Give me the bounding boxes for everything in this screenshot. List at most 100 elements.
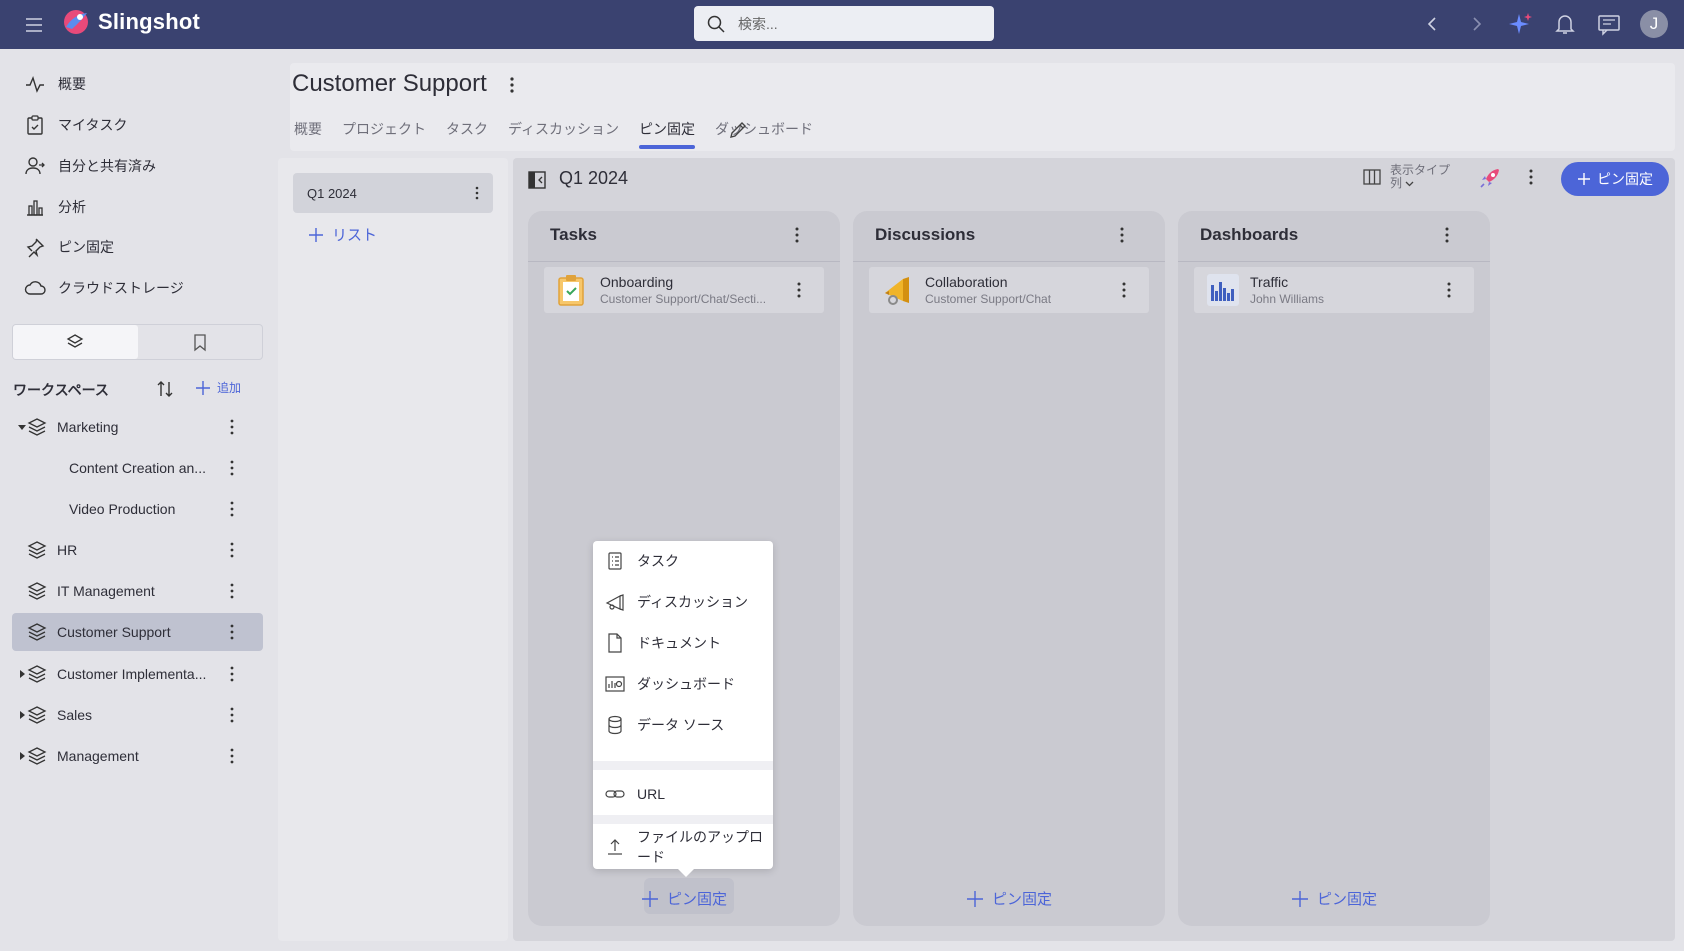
edit-pencil-icon[interactable]	[727, 119, 749, 141]
pinned-card-onboarding[interactable]: Onboarding Customer Support/Chat/Secti..…	[544, 267, 824, 313]
nav-item-my-tasks[interactable]: マイタスク	[24, 110, 127, 140]
more-options-icon[interactable]	[230, 624, 234, 640]
more-options-icon[interactable]	[1120, 227, 1124, 243]
workspace-label: Customer Implementa...	[57, 666, 207, 682]
search-box[interactable]	[694, 6, 994, 41]
pin-button[interactable]: ピン固定	[1561, 162, 1669, 196]
pinned-card-collaboration[interactable]: Collaboration Customer Support/Chat	[869, 267, 1149, 313]
workspace-item-sales[interactable]: Sales	[12, 696, 263, 734]
board-more-options-icon[interactable]	[1529, 169, 1533, 185]
workspace-item-customer-support[interactable]: Customer Support	[12, 613, 263, 651]
more-options-icon[interactable]	[797, 282, 801, 298]
more-options-icon[interactable]	[1447, 282, 1451, 298]
shared-user-icon	[25, 157, 45, 175]
nav-label: クラウドストレージ	[58, 280, 184, 296]
menu-item-task[interactable]: タスク	[593, 541, 773, 581]
menu-item-label: タスク	[637, 553, 679, 569]
menu-separator	[593, 761, 773, 770]
menu-item-dashboard[interactable]: ダッシュボード	[593, 664, 773, 704]
search-icon	[707, 15, 725, 33]
workspace-item-marketing[interactable]: Marketing	[12, 408, 263, 446]
column-divider	[853, 261, 1165, 262]
nav-item-shared-with-me[interactable]: 自分と共有済み	[24, 151, 156, 181]
more-options-icon[interactable]	[230, 666, 234, 682]
more-options-icon[interactable]	[230, 419, 234, 435]
search-input[interactable]	[738, 15, 968, 32]
bar-chart-icon	[1207, 274, 1239, 306]
more-options-icon[interactable]	[795, 227, 799, 243]
tab-tasks[interactable]: タスク	[446, 119, 488, 149]
menu-item-label: ファイルのアップロード	[637, 829, 763, 865]
plus-icon	[966, 890, 983, 907]
hamburger-menu-icon[interactable]	[22, 13, 46, 37]
tab-pinned[interactable]: ピン固定	[639, 119, 696, 149]
column-divider	[1178, 261, 1490, 262]
menu-item-label: データ ソース	[637, 717, 725, 733]
chat-message-icon[interactable]	[1596, 10, 1622, 38]
menu-item-data-source[interactable]: データ ソース	[593, 705, 773, 745]
more-options-icon[interactable]	[1122, 282, 1126, 298]
rocket-icon[interactable]	[1478, 166, 1502, 190]
more-options-icon[interactable]	[230, 542, 234, 558]
more-options-icon[interactable]	[230, 748, 234, 764]
workspace-item-video-production[interactable]: Video Production	[12, 490, 263, 528]
add-pin-button[interactable]: ピン固定	[853, 888, 1165, 909]
more-options-icon[interactable]	[475, 186, 479, 200]
sort-icon[interactable]	[154, 378, 176, 400]
menu-item-file-upload[interactable]: ファイルのアップロード	[593, 827, 773, 867]
menu-item-document[interactable]: ドキュメント	[593, 623, 773, 663]
user-avatar[interactable]: J	[1640, 10, 1668, 38]
layers-icon	[27, 541, 47, 559]
menu-item-label: URL	[637, 786, 666, 802]
forward-arrow-icon[interactable]	[1466, 10, 1488, 38]
layers-icon	[27, 418, 47, 436]
pinned-card-traffic[interactable]: Traffic John Williams	[1194, 267, 1474, 313]
back-arrow-icon[interactable]	[1421, 10, 1443, 38]
app-logo[interactable]: Slingshot	[61, 7, 200, 37]
view-type-selector[interactable]: 表示タイプ 列	[1362, 164, 1450, 190]
add-list-button[interactable]: リスト	[308, 224, 377, 245]
nav-item-analytics[interactable]: 分析	[24, 192, 86, 222]
nav-item-cloud-storage[interactable]: クラウドストレージ	[24, 273, 184, 303]
nav-item-overview[interactable]: 概要	[24, 69, 86, 99]
view-type-value: 列	[1390, 176, 1403, 190]
more-options-icon[interactable]	[1445, 227, 1449, 243]
workspace-title: ワークスペース	[13, 382, 109, 398]
list-item-q1-2024[interactable]: Q1 2024	[293, 173, 493, 213]
nav-label: マイタスク	[58, 117, 128, 133]
menu-item-label: ディスカッション	[637, 594, 749, 610]
more-options-icon[interactable]	[230, 501, 234, 517]
add-pin-label: ピン固定	[1316, 891, 1377, 908]
workspace-label: Marketing	[57, 419, 119, 435]
ai-sparkle-icon[interactable]	[1507, 10, 1535, 38]
collapse-panel-icon[interactable]	[527, 170, 547, 190]
tab-discussions[interactable]: ディスカッション	[508, 119, 619, 149]
more-options-icon[interactable]	[230, 707, 234, 723]
workspace-label: Content Creation an...	[69, 460, 206, 476]
bookmarks-toggle-button[interactable]	[138, 325, 263, 359]
workspace-item-hr[interactable]: HR	[12, 531, 263, 569]
layers-icon	[27, 582, 47, 600]
workspaces-toggle-button[interactable]	[13, 325, 138, 359]
sidebar-view-toggle	[12, 324, 263, 360]
workspace-item-it-management[interactable]: IT Management	[12, 572, 263, 610]
more-options-icon[interactable]	[230, 583, 234, 599]
workspace-item-content-creation[interactable]: Content Creation an...	[12, 449, 263, 487]
page-more-options-icon[interactable]	[504, 76, 520, 94]
menu-item-url[interactable]: URL	[593, 774, 773, 814]
menu-item-discussion[interactable]: ディスカッション	[593, 582, 773, 622]
workspace-item-customer-implementation[interactable]: Customer Implementa...	[12, 655, 263, 693]
tab-projects[interactable]: プロジェクト	[342, 119, 426, 149]
layers-icon	[27, 706, 47, 724]
card-subtitle: Customer Support/Chat/Secti...	[600, 292, 767, 306]
nav-item-pinned[interactable]: ピン固定	[24, 232, 114, 262]
add-pin-button[interactable]: ピン固定	[1178, 888, 1490, 909]
workspace-item-management[interactable]: Management	[12, 737, 263, 775]
page-tabs: 概要 プロジェクト タスク ディスカッション ピン固定 ダッシュボード	[294, 119, 833, 149]
notification-bell-icon[interactable]	[1552, 10, 1578, 38]
tab-overview[interactable]: 概要	[294, 119, 322, 149]
add-workspace-button[interactable]: 追加	[195, 379, 241, 396]
add-list-label: リスト	[332, 227, 378, 244]
more-options-icon[interactable]	[230, 460, 234, 476]
add-pin-button[interactable]: ピン固定	[528, 888, 840, 909]
